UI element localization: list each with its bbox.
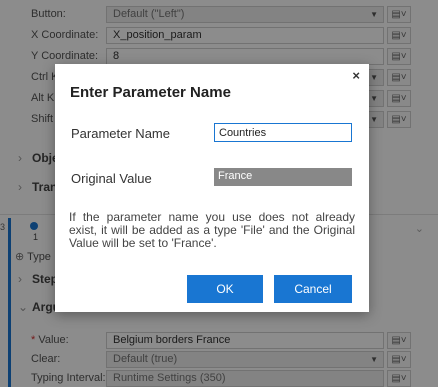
dialog-title: Enter Parameter Name (70, 84, 231, 101)
enter-parameter-name-dialog: × Enter Parameter Name Parameter Name Or… (55, 64, 369, 312)
original-value-field: France (214, 168, 352, 186)
close-icon[interactable]: × (352, 68, 360, 83)
dialog-message: If the parameter name you use does not a… (69, 210, 355, 250)
parameter-name-input[interactable] (214, 123, 352, 142)
parameter-name-label: Parameter Name (71, 126, 170, 141)
cancel-button[interactable]: Cancel (274, 275, 352, 303)
ok-button[interactable]: OK (187, 275, 263, 303)
original-value-label: Original Value (71, 171, 152, 186)
